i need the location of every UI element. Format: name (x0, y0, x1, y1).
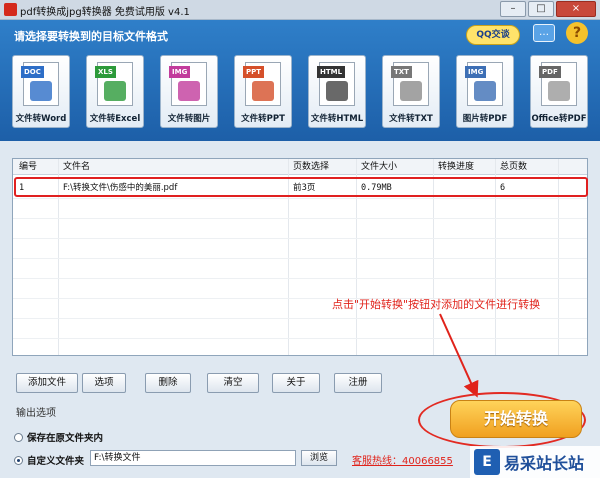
tool-to-ppt[interactable]: PPT 文件转PPT (234, 55, 292, 128)
image-pdf-icon: IMG (465, 62, 503, 106)
column-header[interactable]: 页数选择 (293, 159, 329, 175)
tool-to-txt[interactable]: TXT 文件转TXT (382, 55, 440, 128)
tool-to-word[interactable]: DOC 文件转Word (12, 55, 70, 128)
file-table[interactable]: 编号 文件名 页数选择 文件大小 转换进度 总页数 1 F:\转换文件\伤感中的… (12, 158, 588, 356)
format-header: 请选择要转换到的目标文件格式 QQ交谈 … ? DOC 文件转Word XLS … (0, 20, 600, 141)
tool-image-to-pdf[interactable]: IMG 图片转PDF (456, 55, 514, 128)
tool-to-excel[interactable]: XLS 文件转Excel (86, 55, 144, 128)
watermark-text: 易采站长站 (504, 454, 585, 473)
qq-chat-button[interactable]: QQ交谈 (466, 25, 520, 45)
hotline-link[interactable]: 客服热线：40066855 (352, 452, 453, 467)
browse-button[interactable]: 浏览 (301, 450, 337, 466)
watermark: E 易采站长站 (470, 446, 600, 478)
column-header[interactable]: 总页数 (500, 159, 527, 175)
option-original-label: 保存在原文件夹内 (27, 433, 104, 444)
output-path-input[interactable]: F:\转换文件 (90, 450, 296, 466)
options-button[interactable]: 选项 (82, 373, 126, 393)
tool-tag: IMG (465, 66, 487, 78)
close-button[interactable]: × (556, 1, 596, 17)
tool-tag: XLS (95, 66, 116, 78)
delete-button[interactable]: 删除 (145, 373, 191, 393)
window-title: pdf转换成jpg转换器 免费试用版 v4.1 (20, 7, 190, 18)
radio-original[interactable] (14, 432, 23, 442)
tool-to-image[interactable]: IMG 文件转图片 (160, 55, 218, 128)
column-header[interactable]: 文件名 (63, 159, 90, 175)
tool-tag: TXT (391, 66, 412, 78)
tool-tag: DOC (21, 66, 44, 78)
maximize-button[interactable]: □ (528, 1, 554, 17)
image-doc-icon: IMG (169, 62, 207, 106)
option-custom-folder[interactable]: 自定义文件夹 (14, 453, 84, 467)
annotation-text: 点击"开始转换"按钮对添加的文件进行转换 (332, 298, 541, 311)
start-convert-button[interactable]: 开始转换 (450, 400, 582, 438)
tool-office-to-pdf[interactable]: PDF Office转PDF (530, 55, 588, 128)
tool-label: 图片转PDF (462, 114, 508, 124)
help-icon[interactable]: ? (566, 22, 588, 44)
tool-label: 文件转TXT (389, 114, 433, 124)
option-original-folder[interactable]: 保存在原文件夹内 (14, 430, 103, 444)
table-header: 编号 文件名 页数选择 文件大小 转换进度 总页数 (13, 159, 587, 175)
tool-label: 文件转Excel (89, 114, 141, 124)
about-button[interactable]: 关于 (272, 373, 320, 393)
option-custom-label: 自定义文件夹 (27, 456, 85, 467)
tool-to-html[interactable]: HTML 文件转HTML (308, 55, 366, 128)
tool-tag: PPT (243, 66, 265, 78)
tool-tag: IMG (169, 66, 191, 78)
output-section-label: 输出选项 (16, 408, 56, 419)
tool-tag: PDF (539, 66, 561, 78)
word-doc-icon: DOC (21, 62, 59, 106)
register-button[interactable]: 注册 (334, 373, 382, 393)
format-prompt: 请选择要转换到的目标文件格式 (14, 30, 168, 43)
column-header[interactable]: 文件大小 (361, 159, 397, 175)
tool-label: Office转PDF (531, 114, 587, 124)
txt-doc-icon: TXT (391, 62, 429, 106)
chat-icon[interactable]: … (533, 24, 555, 42)
office-pdf-icon: PDF (539, 62, 577, 106)
tool-label: 文件转PPT (241, 114, 285, 124)
tool-label: 文件转图片 (167, 114, 211, 124)
column-header[interactable]: 转换进度 (438, 159, 474, 175)
watermark-logo-icon: E (474, 449, 500, 475)
clear-button[interactable]: 清空 (207, 373, 259, 393)
html-doc-icon: HTML (317, 62, 355, 106)
tool-tag: HTML (317, 66, 346, 78)
column-header[interactable]: 编号 (19, 159, 37, 175)
tool-label: 文件转Word (15, 114, 67, 124)
tool-label: 文件转HTML (310, 114, 364, 124)
ppt-doc-icon: PPT (243, 62, 281, 106)
minimize-button[interactable]: – (500, 1, 526, 17)
row-highlight-annotation (14, 177, 588, 197)
add-file-button[interactable]: 添加文件 (16, 373, 78, 393)
radio-custom[interactable] (14, 455, 23, 465)
excel-doc-icon: XLS (95, 62, 133, 106)
title-bar: pdf转换成jpg转换器 免费试用版 v4.1 – □ × (0, 0, 600, 20)
app-icon (4, 3, 17, 16)
